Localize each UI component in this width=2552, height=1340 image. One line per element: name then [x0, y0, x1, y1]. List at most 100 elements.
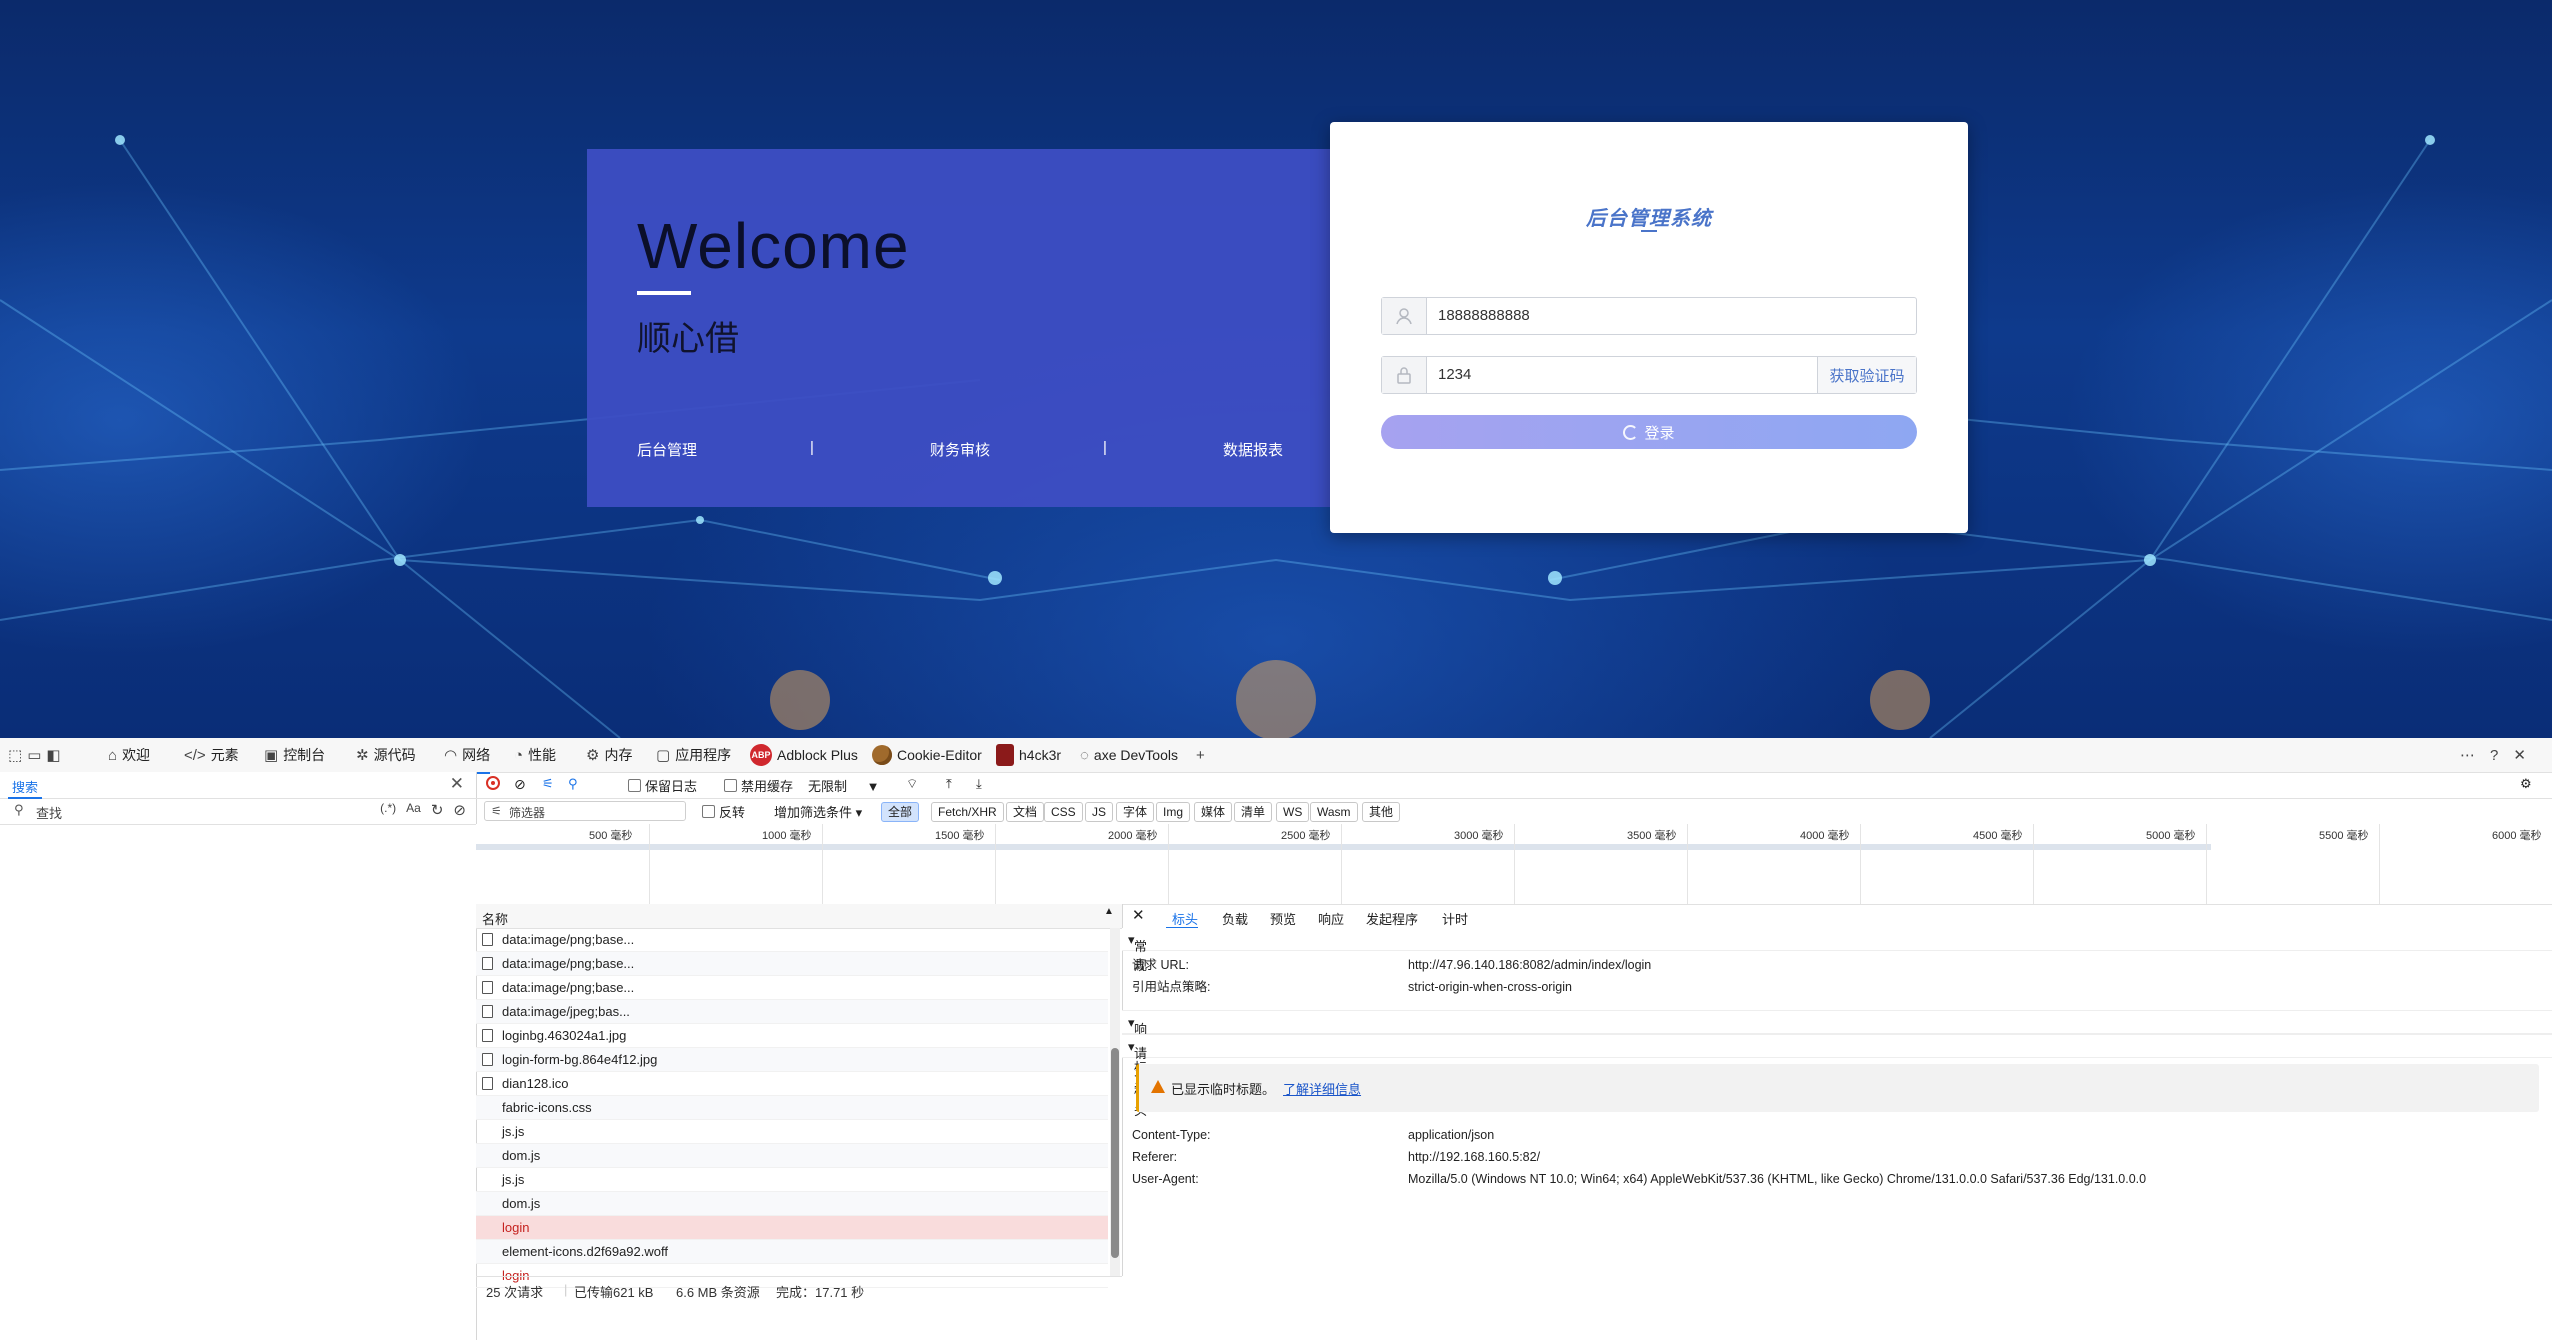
tab-headers[interactable]: 标头 [1172, 909, 1198, 928]
record-icon[interactable] [486, 776, 500, 793]
filter-chip-all[interactable]: 全部 [881, 802, 920, 822]
tab-label: h4ck3r [1019, 747, 1062, 763]
inspect-icon[interactable]: ⬚ [8, 746, 22, 764]
tab-elements[interactable]: </> 元素 [184, 738, 239, 772]
filter-chip-fetch[interactable]: Fetch/XHR [931, 802, 1004, 822]
tab-response[interactable]: 响应 [1318, 909, 1344, 928]
timeline-overview[interactable]: 500 毫秒 1000 毫秒 1500 毫秒 2000 毫秒 2500 毫秒 3000 毫… [476, 824, 2552, 905]
dock-icon[interactable]: ◧ [46, 746, 60, 764]
search-tab-label: 搜索 [12, 780, 39, 795]
filter-chip-doc[interactable]: 文档 [1006, 802, 1045, 822]
network-conditions-icon[interactable]: ⌔ [906, 776, 918, 792]
tab-application[interactable]: ▢ 应用程序 [656, 738, 731, 772]
tab-payload[interactable]: 负载 [1222, 909, 1248, 928]
close-icon[interactable]: ✕ [1132, 906, 1145, 924]
filter-chip-css[interactable]: CSS [1044, 802, 1083, 822]
table-row[interactable]: data:image/png;base... [476, 952, 1108, 976]
import-icon[interactable]: ⤒ [946, 776, 952, 792]
section-request-headers[interactable]: ▾ 请求标头 [1122, 1034, 2552, 1118]
welcome-subtitle: 顺心借 [637, 320, 739, 358]
add-tab-button[interactable]: + [1196, 738, 1205, 772]
table-row[interactable]: data:image/png;base... [476, 976, 1108, 1000]
search-icon[interactable]: ⚲ [568, 776, 578, 792]
console-icon: ▣ [264, 747, 279, 764]
tab-adblock[interactable]: ABP Adblock Plus [750, 738, 858, 772]
table-row[interactable]: login-form-bg.864e4f12.jpg [476, 1048, 1108, 1072]
scrollbar-thumb[interactable] [1111, 1048, 1119, 1258]
tab-cookie-editor[interactable]: Cookie-Editor [872, 738, 982, 772]
table-row[interactable]: js.js [476, 1168, 1108, 1192]
login-button[interactable]: 登录 [1381, 415, 1917, 449]
tab-network[interactable]: ◠ 网络 [444, 738, 491, 774]
scrollbar[interactable] [1110, 928, 1120, 1276]
tab-h4ck3r[interactable]: h4ck3r [996, 738, 1061, 772]
tab-memory[interactable]: ⚙ 内存 [586, 738, 632, 772]
section-general[interactable]: ▾ 常规 [1122, 928, 2552, 973]
code-value: 1234 [1438, 366, 1472, 383]
tab-sources[interactable]: ✲ 源代码 [356, 738, 416, 772]
regex-toggle[interactable]: (.*) [380, 801, 396, 819]
request-name: element-icons.d2f69a92.woff [502, 1244, 668, 1259]
learn-more-link[interactable]: 了解详细信息 [1283, 1082, 1361, 1097]
filter-chip-js[interactable]: JS [1085, 802, 1114, 822]
tab-timing[interactable]: 计时 [1442, 909, 1468, 928]
table-row[interactable]: js.js [476, 1120, 1108, 1144]
clear-icon[interactable]: ⊘ [453, 801, 466, 819]
table-row[interactable]: login [476, 1216, 1108, 1240]
case-toggle[interactable]: Aa [406, 801, 421, 819]
request-details: ✕ 标头 负载 预览 响应 发起程序 计时 ▾ 常规 请求 URL: http:/… [1122, 904, 2552, 1300]
filter-input[interactable]: ⚟ 筛选器 [484, 801, 686, 821]
column-header-name[interactable]: 名称 ▲ [476, 904, 1122, 929]
filter-chip-manifest[interactable]: 清单 [1234, 802, 1273, 822]
table-row[interactable]: dian128.ico [476, 1072, 1108, 1096]
section-response-headers[interactable]: ▾ 响应标头 [1122, 1010, 2552, 1094]
throttle-select[interactable]: 无限制 ▼ [808, 776, 880, 795]
link-admin[interactable]: 后台管理 [637, 439, 697, 460]
tab-console[interactable]: ▣ 控制台 [264, 738, 325, 772]
invert-checkbox[interactable]: 反转 [702, 802, 745, 821]
search-tab[interactable]: 搜索 ✕ [0, 772, 476, 799]
filter-icon[interactable]: ⚟ [542, 776, 554, 792]
link-finance[interactable]: 财务审核 [930, 439, 990, 460]
tab-welcome[interactable]: ⌂ 欢迎 [108, 738, 150, 772]
close-icon[interactable]: ✕ [450, 774, 464, 794]
code-field[interactable]: 1234 获取验证码 [1381, 356, 1917, 394]
clear-icon[interactable]: ⊘ [514, 776, 526, 793]
filter-chip-media[interactable]: 媒体 [1194, 802, 1233, 822]
filter-chip-wasm[interactable]: Wasm [1310, 802, 1358, 822]
table-row[interactable]: data:image/jpeg;bas... [476, 1000, 1108, 1024]
filter-placeholder: 筛选器 [509, 806, 546, 820]
export-icon[interactable]: ⤓ [976, 776, 982, 792]
filter-chip-other[interactable]: 其他 [1362, 802, 1401, 822]
login-card: 后台管理系统 18888888888 1234 获取验证码 登录 [1330, 122, 1968, 533]
filter-chip-ws[interactable]: WS [1276, 802, 1310, 822]
table-row[interactable]: dom.js [476, 1192, 1108, 1216]
more-icon[interactable]: ⋯ [2460, 746, 2475, 764]
settings-icon[interactable]: ⚙ [2520, 776, 2532, 792]
link-reports[interactable]: 数据报表 [1223, 439, 1283, 460]
tab-initiator[interactable]: 发起程序 [1366, 909, 1418, 928]
table-row[interactable]: loginbg.463024a1.jpg [476, 1024, 1108, 1048]
disable-cache-checkbox[interactable]: 禁用缓存 [724, 776, 793, 795]
filter-chip-img[interactable]: Img [1156, 802, 1191, 822]
tab-preview[interactable]: 预览 [1270, 909, 1296, 928]
timeline-gridline [1860, 824, 1861, 904]
table-row[interactable]: fabric-icons.css [476, 1096, 1108, 1120]
preserve-log-checkbox[interactable]: 保留日志 [628, 776, 697, 795]
invert-label: 反转 [719, 805, 746, 820]
device-toolbar-icon[interactable]: ▭ [27, 746, 41, 764]
get-code-button[interactable]: 获取验证码 [1817, 357, 1916, 393]
tab-axe[interactable]: ◌ axe DevTools [1080, 738, 1178, 772]
table-row[interactable]: element-icons.d2f69a92.woff [476, 1240, 1108, 1264]
table-row[interactable]: dom.js [476, 1144, 1108, 1168]
tab-performance[interactable]: ◔ 性能 [514, 738, 556, 772]
help-icon[interactable]: ? [2490, 747, 2498, 764]
kv-label: Content-Type: [1132, 1128, 1211, 1142]
filter-chip-font[interactable]: 字体 [1116, 802, 1155, 822]
phone-field[interactable]: 18888888888 [1381, 297, 1917, 335]
find-input[interactable]: 查找 [36, 803, 62, 822]
close-icon[interactable]: ✕ [2513, 746, 2526, 764]
table-row[interactable]: data:image/png;base... [476, 928, 1108, 952]
refresh-icon[interactable]: ↻ [431, 801, 444, 819]
more-filters-dropdown[interactable]: 增加筛选条件 ▾ [774, 802, 862, 821]
